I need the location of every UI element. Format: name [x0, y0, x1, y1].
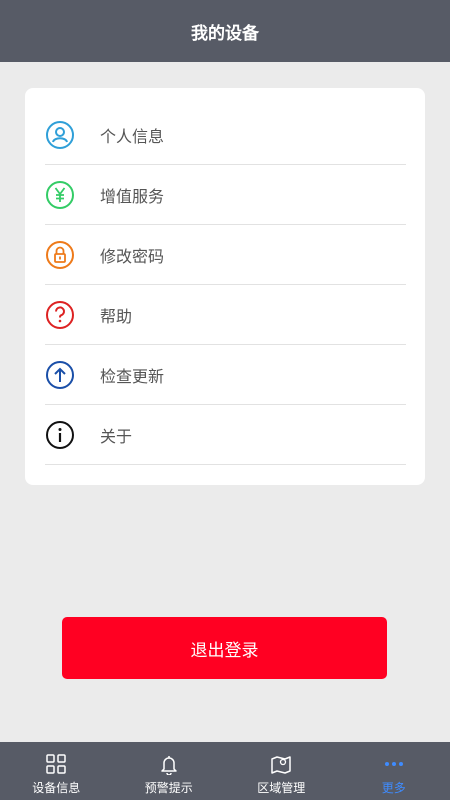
menu-item-label: 修改密码 — [100, 246, 165, 266]
logout-label: 退出登录 — [190, 640, 259, 661]
menu-item-check-update[interactable]: 检查更新 — [45, 345, 406, 405]
menu-item-label: 个人信息 — [100, 126, 165, 146]
tab-label: 预警提示 — [144, 781, 193, 795]
tab-area-management[interactable]: 区域管理 — [225, 742, 338, 800]
tab-alerts[interactable]: 预警提示 — [113, 742, 226, 800]
question-icon — [45, 300, 75, 330]
menu-item-help[interactable]: 帮助 — [45, 285, 406, 345]
lock-icon — [45, 240, 75, 270]
logout-button[interactable]: 退出登录 — [62, 617, 387, 679]
tab-label: 更多 — [381, 781, 406, 795]
user-icon — [45, 120, 75, 150]
menu-item-label: 检查更新 — [100, 366, 165, 386]
tab-label: 设备信息 — [32, 781, 81, 795]
grid-icon — [44, 752, 68, 776]
tab-more[interactable]: 更多 — [338, 742, 450, 800]
more-icon — [382, 752, 406, 776]
menu-item-label: 帮助 — [100, 306, 133, 326]
arrow-up-icon — [45, 360, 75, 390]
tab-label: 区域管理 — [257, 781, 306, 795]
page-title: 我的设备 — [191, 23, 259, 44]
bell-icon — [157, 752, 181, 776]
menu-item-profile[interactable]: 个人信息 — [45, 105, 406, 165]
menu-item-change-password[interactable]: 修改密码 — [45, 225, 406, 285]
app-header: 我的设备 — [0, 0, 450, 62]
map-icon — [269, 752, 293, 776]
menu-item-label: 增值服务 — [100, 186, 165, 206]
settings-card: 个人信息 增值服务 修改密码 帮助 检查更新 关于 — [25, 88, 425, 485]
bottom-tab-bar: 设备信息 预警提示 区域管理 更多 — [0, 742, 450, 800]
menu-item-label: 关于 — [100, 426, 133, 446]
menu-item-value-service[interactable]: 增值服务 — [45, 165, 406, 225]
info-icon — [45, 420, 75, 450]
menu-item-about[interactable]: 关于 — [45, 405, 406, 465]
yen-icon — [45, 180, 75, 210]
tab-device-info[interactable]: 设备信息 — [0, 742, 113, 800]
